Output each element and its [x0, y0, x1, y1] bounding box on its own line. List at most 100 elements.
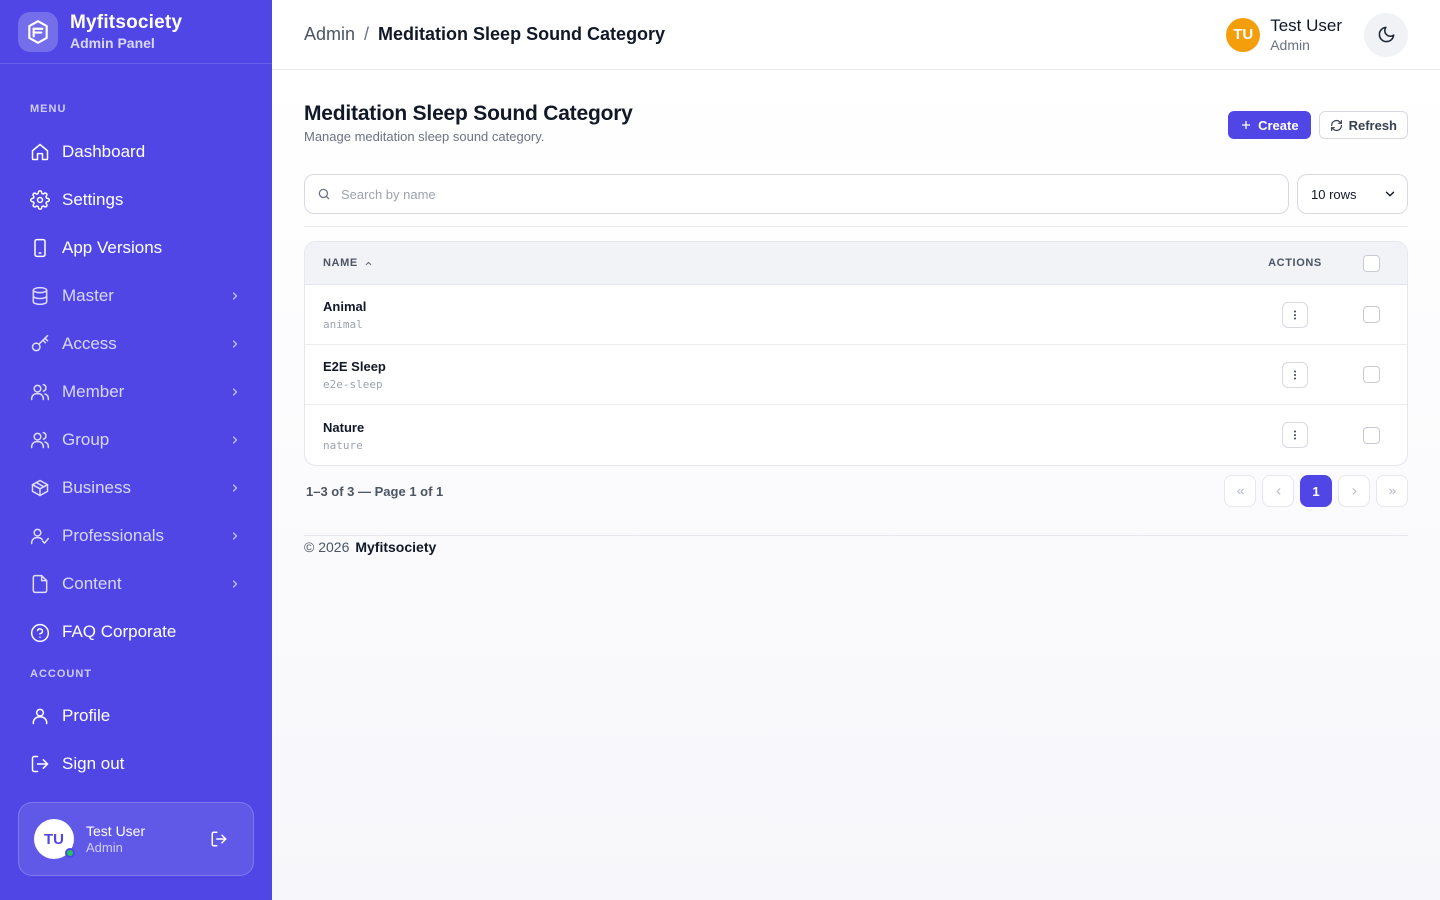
pagination: 1	[1218, 475, 1408, 507]
avatar: TU	[34, 819, 75, 859]
refresh-button[interactable]: Refresh	[1318, 111, 1408, 139]
page-button-current[interactable]: 1	[1300, 475, 1332, 507]
sidebar-item-label: Group	[62, 430, 110, 449]
main-content: Meditation Sleep Sound Category Manage m…	[272, 70, 1440, 900]
box-icon	[30, 478, 50, 498]
footer-brand-link[interactable]: Myfitsociety	[355, 539, 436, 555]
search-box[interactable]	[304, 174, 1289, 214]
online-status-dot	[65, 848, 75, 858]
breadcrumb-root-link[interactable]: Admin	[304, 24, 355, 45]
sidebar: Myfitsociety Admin Panel MENU Dashboard …	[0, 0, 272, 900]
sidebar-item-label: Access	[62, 334, 117, 353]
search-input[interactable]	[341, 186, 1241, 202]
select-all-checkbox[interactable]	[1362, 254, 1380, 272]
smartphone-icon	[30, 238, 50, 258]
sidebar-item-label: FAQ Corporate	[62, 622, 177, 641]
prev-page-button[interactable]	[1262, 475, 1294, 507]
more-vertical-icon	[1289, 369, 1301, 381]
footer: © 2026 Myfitsociety	[304, 538, 436, 556]
theme-toggle-button[interactable]	[1364, 12, 1408, 57]
sidebar-user-card[interactable]: TU Test User Admin	[18, 802, 254, 876]
row-actions-button[interactable]	[1282, 422, 1308, 448]
sidebar-item-label: Sign out	[62, 754, 125, 773]
home-icon	[30, 142, 50, 162]
row-slug: animal	[323, 318, 363, 331]
row-slug: nature	[323, 438, 363, 452]
chevron-right-icon	[228, 385, 242, 399]
chevron-right-icon	[228, 289, 242, 303]
moon-icon	[1377, 25, 1396, 44]
sidebar-item-content[interactable]: Content	[0, 560, 272, 608]
row-checkbox[interactable]	[1362, 366, 1380, 383]
help-circle-icon	[30, 623, 50, 643]
row-checkbox[interactable]	[1362, 306, 1380, 323]
sidebar-item-label: Professionals	[62, 526, 165, 545]
next-page-button[interactable]	[1338, 475, 1370, 507]
pagination-bar: 1–3 of 3 — Page 1 of 1 1	[304, 475, 1408, 507]
top-header: Admin / Meditation Sleep Sound Category …	[272, 0, 1440, 70]
first-page-button[interactable]	[1224, 475, 1256, 507]
users-icon	[30, 430, 50, 450]
header-user[interactable]: Test User Admin	[1270, 15, 1342, 54]
sidebar-item-label: Settings	[62, 190, 124, 209]
key-icon	[30, 334, 50, 354]
toolbar-divider	[304, 226, 1408, 227]
row-name: Animal	[323, 299, 367, 314]
sidebar-item-group[interactable]: Group	[0, 416, 272, 464]
create-button[interactable]: Create	[1228, 111, 1311, 139]
sidebar-item-profile[interactable]: Profile	[0, 692, 272, 740]
sidebar-item-business[interactable]: Business	[0, 464, 272, 512]
sidebar-item-faq-corporate[interactable]: FAQ Corporate	[0, 608, 272, 646]
table-header: NAME ACTIONS	[305, 242, 1407, 285]
user-check-icon	[30, 526, 50, 546]
avatar-initials: TU	[44, 830, 64, 848]
table-row[interactable]: Animal animal	[305, 285, 1407, 345]
table-row[interactable]: E2E Sleep e2e-sleep	[305, 345, 1407, 405]
plus-icon	[1240, 119, 1252, 131]
refresh-button-label: Refresh	[1348, 117, 1397, 133]
brand-logo-icon	[18, 11, 58, 52]
chevrons-left-icon	[1235, 486, 1246, 497]
sidebar-item-master[interactable]: Master	[0, 272, 272, 320]
sidebar-item-app-versions[interactable]: App Versions	[0, 224, 272, 272]
row-actions-button[interactable]	[1282, 301, 1308, 328]
actions-column-header: ACTIONS	[1268, 257, 1322, 269]
sidebar-item-settings[interactable]: Settings	[0, 176, 272, 224]
last-page-button[interactable]	[1376, 475, 1408, 507]
name-column-header[interactable]: NAME	[305, 257, 373, 269]
sidebar-item-dashboard[interactable]: Dashboard	[0, 128, 272, 176]
table-row[interactable]: Nature nature	[305, 405, 1407, 465]
sidebar-item-label: Master	[62, 286, 114, 305]
refresh-icon	[1330, 119, 1343, 132]
row-actions-button[interactable]	[1282, 361, 1308, 388]
user-icon	[30, 706, 50, 726]
sidebar-item-sign-out[interactable]: Sign out	[0, 740, 272, 788]
file-icon	[30, 574, 50, 594]
sidebar-item-label: Business	[62, 478, 131, 497]
user-card-role: Admin	[86, 839, 123, 855]
header-user-role: Admin	[1270, 37, 1310, 53]
sidebar-item-access[interactable]: Access	[0, 320, 272, 368]
account-menu: Profile Sign out	[0, 692, 272, 788]
breadcrumb: Admin / Meditation Sleep Sound Category	[304, 24, 665, 45]
brand[interactable]: Myfitsociety Admin Panel	[0, 0, 272, 64]
sidebar-item-label: Dashboard	[62, 142, 146, 161]
chevron-right-icon	[228, 481, 242, 495]
chevron-right-icon	[228, 577, 242, 591]
breadcrumb-current: Meditation Sleep Sound Category	[378, 24, 666, 44]
header-avatar[interactable]: TU	[1226, 17, 1261, 52]
sidebar-item-label: Content	[62, 574, 122, 593]
gear-icon	[30, 190, 50, 210]
logout-icon-button[interactable]	[203, 823, 235, 855]
log-out-icon	[30, 754, 50, 774]
more-vertical-icon	[1289, 309, 1301, 321]
chevron-right-icon	[1349, 486, 1360, 497]
rows-per-page-value: 10 rows	[1311, 186, 1357, 202]
sidebar-item-professionals[interactable]: Professionals	[0, 512, 272, 560]
create-button-label: Create	[1258, 117, 1299, 133]
row-checkbox[interactable]	[1362, 426, 1380, 444]
rows-per-page-select[interactable]: 10 rows	[1297, 174, 1408, 214]
data-table: NAME ACTIONS Animal animal E2E Sleep e2e…	[304, 241, 1408, 466]
sidebar-item-member[interactable]: Member	[0, 368, 272, 416]
sidebar-item-label: App Versions	[62, 238, 163, 257]
